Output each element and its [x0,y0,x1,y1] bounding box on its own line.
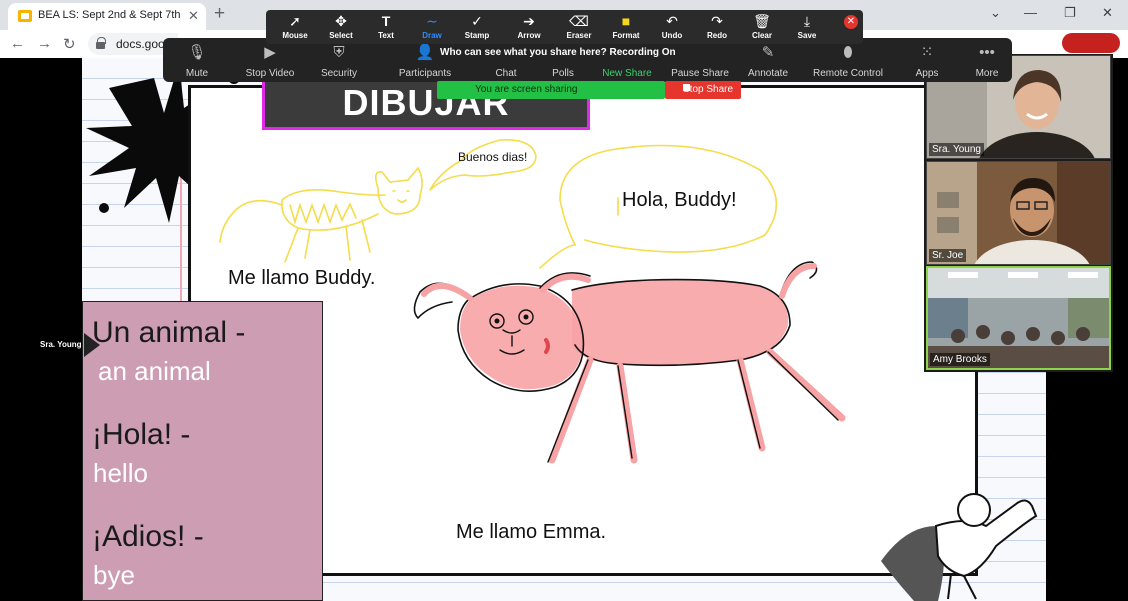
shield-icon: ⛨ [333,44,345,61]
participant-name: Amy Brooks [930,353,990,366]
undo-icon: ↶ [666,13,678,29]
text-icon: T [381,13,391,29]
remote-control-button[interactable]: ⬮ Remote Control [807,43,889,79]
format-tool-button[interactable]: ■ Format [603,12,649,40]
more-button[interactable]: ••• More [967,43,1007,79]
superhero-icon [881,493,1038,601]
move-icon: ✥ [335,13,347,29]
stop-video-button[interactable]: ▶ Stop Video [243,43,297,79]
apps-button[interactable]: ⁙ Apps [907,43,947,79]
annotation-toolbar: ➚ Mouse ✥ Select T Text ∼ Draw ✓ Stamp ➔… [266,10,863,44]
participant-name: Sra. Young [929,143,984,156]
annotate-button[interactable]: ✎ Annotate [743,43,793,79]
stop-share-button[interactable]: Stop Share [665,81,741,99]
redo-icon: ↷ [711,13,723,29]
draw-tool-button[interactable]: ∼ Draw [409,12,455,40]
caption-emma: Me llamo Emma. [456,521,607,543]
microphone-icon: 🎙 [187,44,207,61]
eraser-icon: ⌫ [569,13,589,29]
participant-gallery: Sra. Young Sr. Joe Amy Brooks [924,54,1113,372]
pen-icon: ✎ [761,44,775,61]
redo-button[interactable]: ↷ Redo [694,12,740,40]
participant-name: Sr. Joe [929,249,967,262]
text-tool-button[interactable]: T Text [363,12,409,40]
screen: BEA LS: Sept 2nd & Sept 7th - G ✕ + ⌄ — … [0,0,1128,601]
security-button[interactable]: ⛨ Security [317,43,361,79]
vocab-translation: hello [93,458,148,488]
save-icon: ⤓ [803,13,811,29]
arrow-icon: ➔ [523,13,535,29]
eraser-tool-button[interactable]: ⌫ Eraser [556,12,602,40]
vocab-translation: an animal [98,356,211,386]
save-button[interactable]: ⤓ Save [784,12,830,40]
participant-video-amy-brooks[interactable]: Amy Brooks [926,266,1111,370]
clear-button[interactable]: 🗑 Clear [739,12,785,40]
video-camera-icon: ▶ [264,44,276,61]
dog-speech-text: Hola, Buddy! [622,189,737,211]
vocab-word: Un animal - [92,316,246,349]
more-icon: ••• [979,44,995,61]
draw-icon: ∼ [426,13,438,29]
caption-buddy: Me llamo Buddy. [228,267,376,289]
participant-video-sr-joe[interactable]: Sr. Joe [926,161,1111,265]
arrow-tool-button[interactable]: ➔ Arrow [506,12,552,40]
vocab-word: ¡Hola! - [92,418,191,451]
cursor-icon: ➚ [289,13,301,29]
vocabulary-card: Un animal - an animal ¡Hola! - hello ¡Ad… [82,301,323,601]
mute-button[interactable]: 🎙 Mute [175,43,219,79]
cat-speech-text: Buenos dias! [458,150,528,164]
stamp-tool-button[interactable]: ✓ Stamp [454,12,500,40]
trash-icon: 🗑 [753,13,771,29]
apps-icon: ⁙ [920,44,934,61]
share-visibility-notice[interactable]: Who can see what you share here? Recordi… [440,47,700,64]
vocab-translation: bye [93,560,135,590]
remote-cursor-label: Sra. Young [40,340,82,349]
undo-button[interactable]: ↶ Undo [649,12,695,40]
close-annotation-icon[interactable]: ✕ [844,15,858,29]
mouse-icon: ⬮ [843,44,853,61]
select-tool-button[interactable]: ✥ Select [318,12,364,40]
mouse-tool-button[interactable]: ➚ Mouse [272,12,318,40]
screen-sharing-text: You are screen sharing [475,84,578,95]
vocab-word: ¡Adios! - [92,520,204,553]
screen-sharing-indicator[interactable]: You are screen sharing [437,81,665,99]
remote-cursor-icon [84,333,100,357]
format-icon: ■ [621,13,631,29]
stamp-icon: ✓ [471,13,483,29]
